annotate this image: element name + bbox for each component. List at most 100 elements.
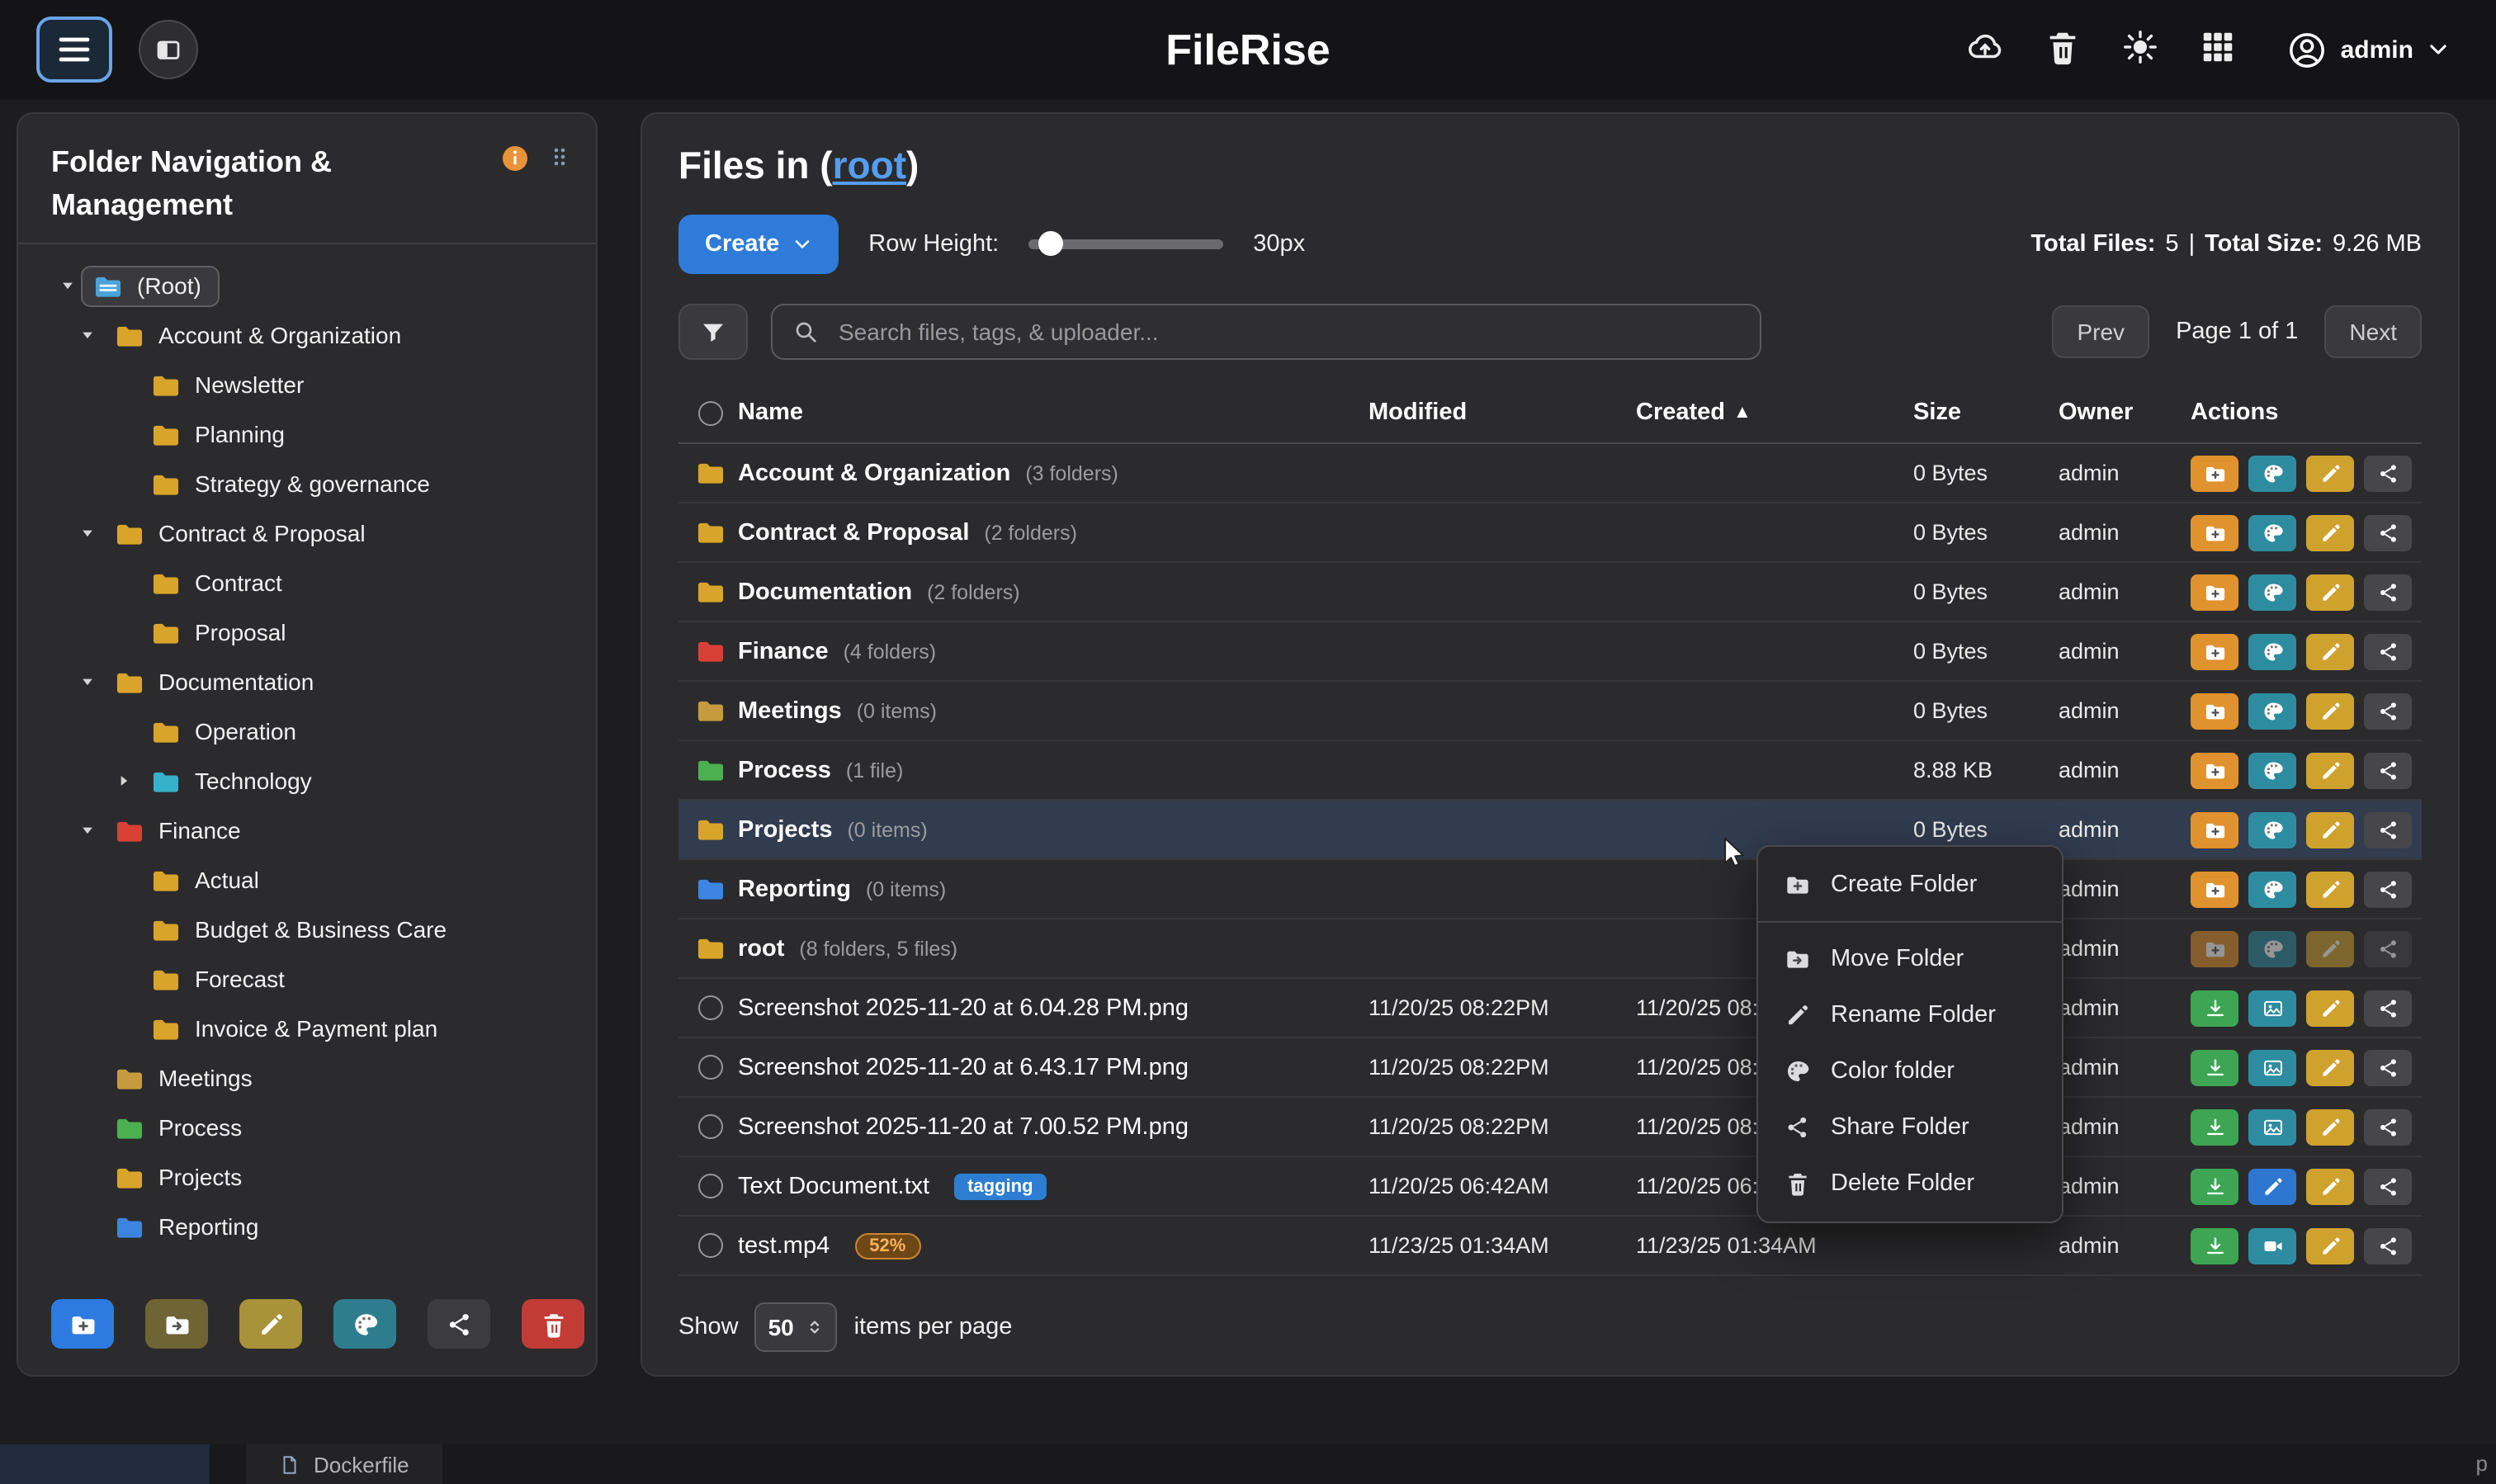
sidebar-item-strategy-governance[interactable]: Strategy & governance	[38, 459, 583, 508]
column-header-owner[interactable]: Owner	[2059, 399, 2191, 426]
caret-down-icon[interactable]	[74, 525, 101, 541]
sidebar-item-newsletter[interactable]: Newsletter	[38, 360, 583, 409]
row-checkbox[interactable]	[697, 1174, 722, 1198]
caret-down-icon[interactable]	[74, 822, 101, 839]
pencil-button[interactable]	[2306, 930, 2354, 966]
current-folder-link[interactable]: root	[833, 144, 906, 187]
palette-button[interactable]	[2248, 455, 2296, 491]
menu-item-move-folder[interactable]: Move Folder	[1758, 931, 2062, 987]
image-button[interactable]	[2248, 1108, 2296, 1145]
table-row-screenshot-2025-11-20-at-6-43-17-pm-png[interactable]: Screenshot 2025-11-20 at 6.43.17 PM.png1…	[678, 1038, 2422, 1098]
share-button[interactable]	[2364, 455, 2412, 491]
sidebar-item-invoice-payment-plan[interactable]: Invoice & Payment plan	[38, 1004, 583, 1053]
color-folder-button[interactable]	[333, 1299, 396, 1349]
sidebar-item-operation[interactable]: Operation	[38, 707, 583, 756]
download-button[interactable]	[2191, 1108, 2238, 1145]
pencil-button[interactable]	[2306, 1227, 2354, 1264]
column-header-modified[interactable]: Modified	[1369, 399, 1636, 426]
folder-plus-button[interactable]	[2191, 574, 2238, 610]
table-row-screenshot-2025-11-20-at-6-04-28-pm-png[interactable]: Screenshot 2025-11-20 at 6.04.28 PM.png1…	[678, 979, 2422, 1038]
caret-down-icon[interactable]	[54, 277, 81, 294]
sidebar-item-account-organization[interactable]: Account & Organization	[38, 310, 583, 360]
row-checkbox[interactable]	[697, 1114, 722, 1139]
move-folder-button[interactable]	[145, 1299, 208, 1349]
table-row-root[interactable]: root(8 folders, 5 files)admin	[678, 919, 2422, 979]
table-row-projects[interactable]: Projects(0 items)0 Bytesadmin	[678, 801, 2422, 860]
table-row-meetings[interactable]: Meetings(0 items)0 Bytesadmin	[678, 682, 2422, 741]
column-header-size[interactable]: Size	[1913, 399, 2059, 426]
menu-item-rename-folder[interactable]: Rename Folder	[1758, 987, 2062, 1043]
select-all-checkbox[interactable]	[697, 400, 722, 425]
sidebar-item-technology[interactable]: Technology	[38, 756, 583, 806]
sidebar-item-actual[interactable]: Actual	[38, 855, 583, 905]
trash-button[interactable]	[2044, 28, 2082, 71]
sidebar-item-root[interactable]: (Root)	[38, 261, 583, 310]
pencil-button[interactable]	[2306, 574, 2354, 610]
pencil-button[interactable]	[2306, 692, 2354, 729]
table-row-account-organization[interactable]: Account & Organization(3 folders)0 Bytes…	[678, 444, 2422, 503]
sidebar-item-contract-proposal[interactable]: Contract & Proposal	[38, 508, 583, 558]
share-button[interactable]	[2364, 811, 2412, 848]
menu-item-share-folder[interactable]: Share Folder	[1758, 1099, 2062, 1156]
sidebar-item-finance[interactable]: Finance	[38, 806, 583, 855]
folder-plus-button[interactable]	[2191, 633, 2238, 669]
pencil-button[interactable]	[2306, 871, 2354, 907]
share-button[interactable]	[2364, 574, 2412, 610]
pencil-button[interactable]	[2306, 1049, 2354, 1085]
folder-plus-button[interactable]	[2191, 930, 2238, 966]
download-button[interactable]	[2191, 1227, 2238, 1264]
image-button[interactable]	[2248, 1049, 2296, 1085]
row-height-slider[interactable]	[1028, 239, 1223, 249]
upload-button[interactable]	[1966, 28, 2004, 71]
share-button[interactable]	[2364, 752, 2412, 788]
pencil-button[interactable]	[2306, 990, 2354, 1026]
caret-down-icon[interactable]	[74, 327, 101, 343]
share-button[interactable]	[2364, 930, 2412, 966]
palette-button[interactable]	[2248, 514, 2296, 551]
row-checkbox[interactable]	[697, 1055, 722, 1080]
items-per-page-select[interactable]: 50	[755, 1302, 838, 1352]
apps-grid-button[interactable]	[2199, 28, 2237, 71]
theme-toggle-button[interactable]	[2121, 28, 2159, 71]
folder-plus-button[interactable]	[2191, 752, 2238, 788]
next-page-button[interactable]: Next	[2324, 305, 2422, 358]
info-button[interactable]	[500, 140, 530, 182]
table-row-contract-proposal[interactable]: Contract & Proposal(2 folders)0 Bytesadm…	[678, 503, 2422, 563]
image-button[interactable]	[2248, 990, 2296, 1026]
pencil-button[interactable]	[2306, 1168, 2354, 1204]
filter-button[interactable]	[678, 304, 748, 360]
sidebar-item-contract[interactable]: Contract	[38, 558, 583, 607]
folder-plus-button[interactable]	[2191, 811, 2238, 848]
caret-down-icon[interactable]	[74, 673, 101, 690]
column-header-created[interactable]: Created▲	[1636, 399, 1913, 426]
create-folder-button[interactable]	[51, 1299, 114, 1349]
download-button[interactable]	[2191, 1049, 2238, 1085]
palette-button[interactable]	[2248, 574, 2296, 610]
share-button[interactable]	[2364, 1049, 2412, 1085]
table-row-text-document-txt[interactable]: Text Document.txttagging11/20/25 06:42AM…	[678, 1157, 2422, 1217]
pencil-button[interactable]	[2306, 811, 2354, 848]
sidebar-item-reporting[interactable]: Reporting	[38, 1202, 583, 1251]
share-button[interactable]	[2364, 692, 2412, 729]
folder-plus-button[interactable]	[2191, 692, 2238, 729]
download-button[interactable]	[2191, 1168, 2238, 1204]
sidebar-item-projects[interactable]: Projects	[38, 1152, 583, 1202]
folder-plus-button[interactable]	[2191, 455, 2238, 491]
share-button[interactable]	[2364, 871, 2412, 907]
table-row-finance[interactable]: Finance(4 folders)0 Bytesadmin	[678, 622, 2422, 682]
palette-button[interactable]	[2248, 752, 2296, 788]
search-input[interactable]	[835, 317, 1740, 347]
palette-button[interactable]	[2248, 811, 2296, 848]
folder-plus-button[interactable]	[2191, 871, 2238, 907]
share-button[interactable]	[2364, 990, 2412, 1026]
table-row-screenshot-2025-11-20-at-7-00-52-pm-png[interactable]: Screenshot 2025-11-20 at 7.00.52 PM.png1…	[678, 1098, 2422, 1157]
pencil-button[interactable]	[2306, 1108, 2354, 1145]
delete-folder-button[interactable]	[522, 1299, 584, 1349]
pencil-button[interactable]	[2306, 633, 2354, 669]
sidebar-item-budget-business-care[interactable]: Budget & Business Care	[38, 905, 583, 954]
edit-button[interactable]	[2248, 1168, 2296, 1204]
caret-right-icon[interactable]	[111, 773, 137, 789]
share-button[interactable]	[2364, 1227, 2412, 1264]
palette-button[interactable]	[2248, 692, 2296, 729]
sidebar-item-documentation[interactable]: Documentation	[38, 657, 583, 707]
